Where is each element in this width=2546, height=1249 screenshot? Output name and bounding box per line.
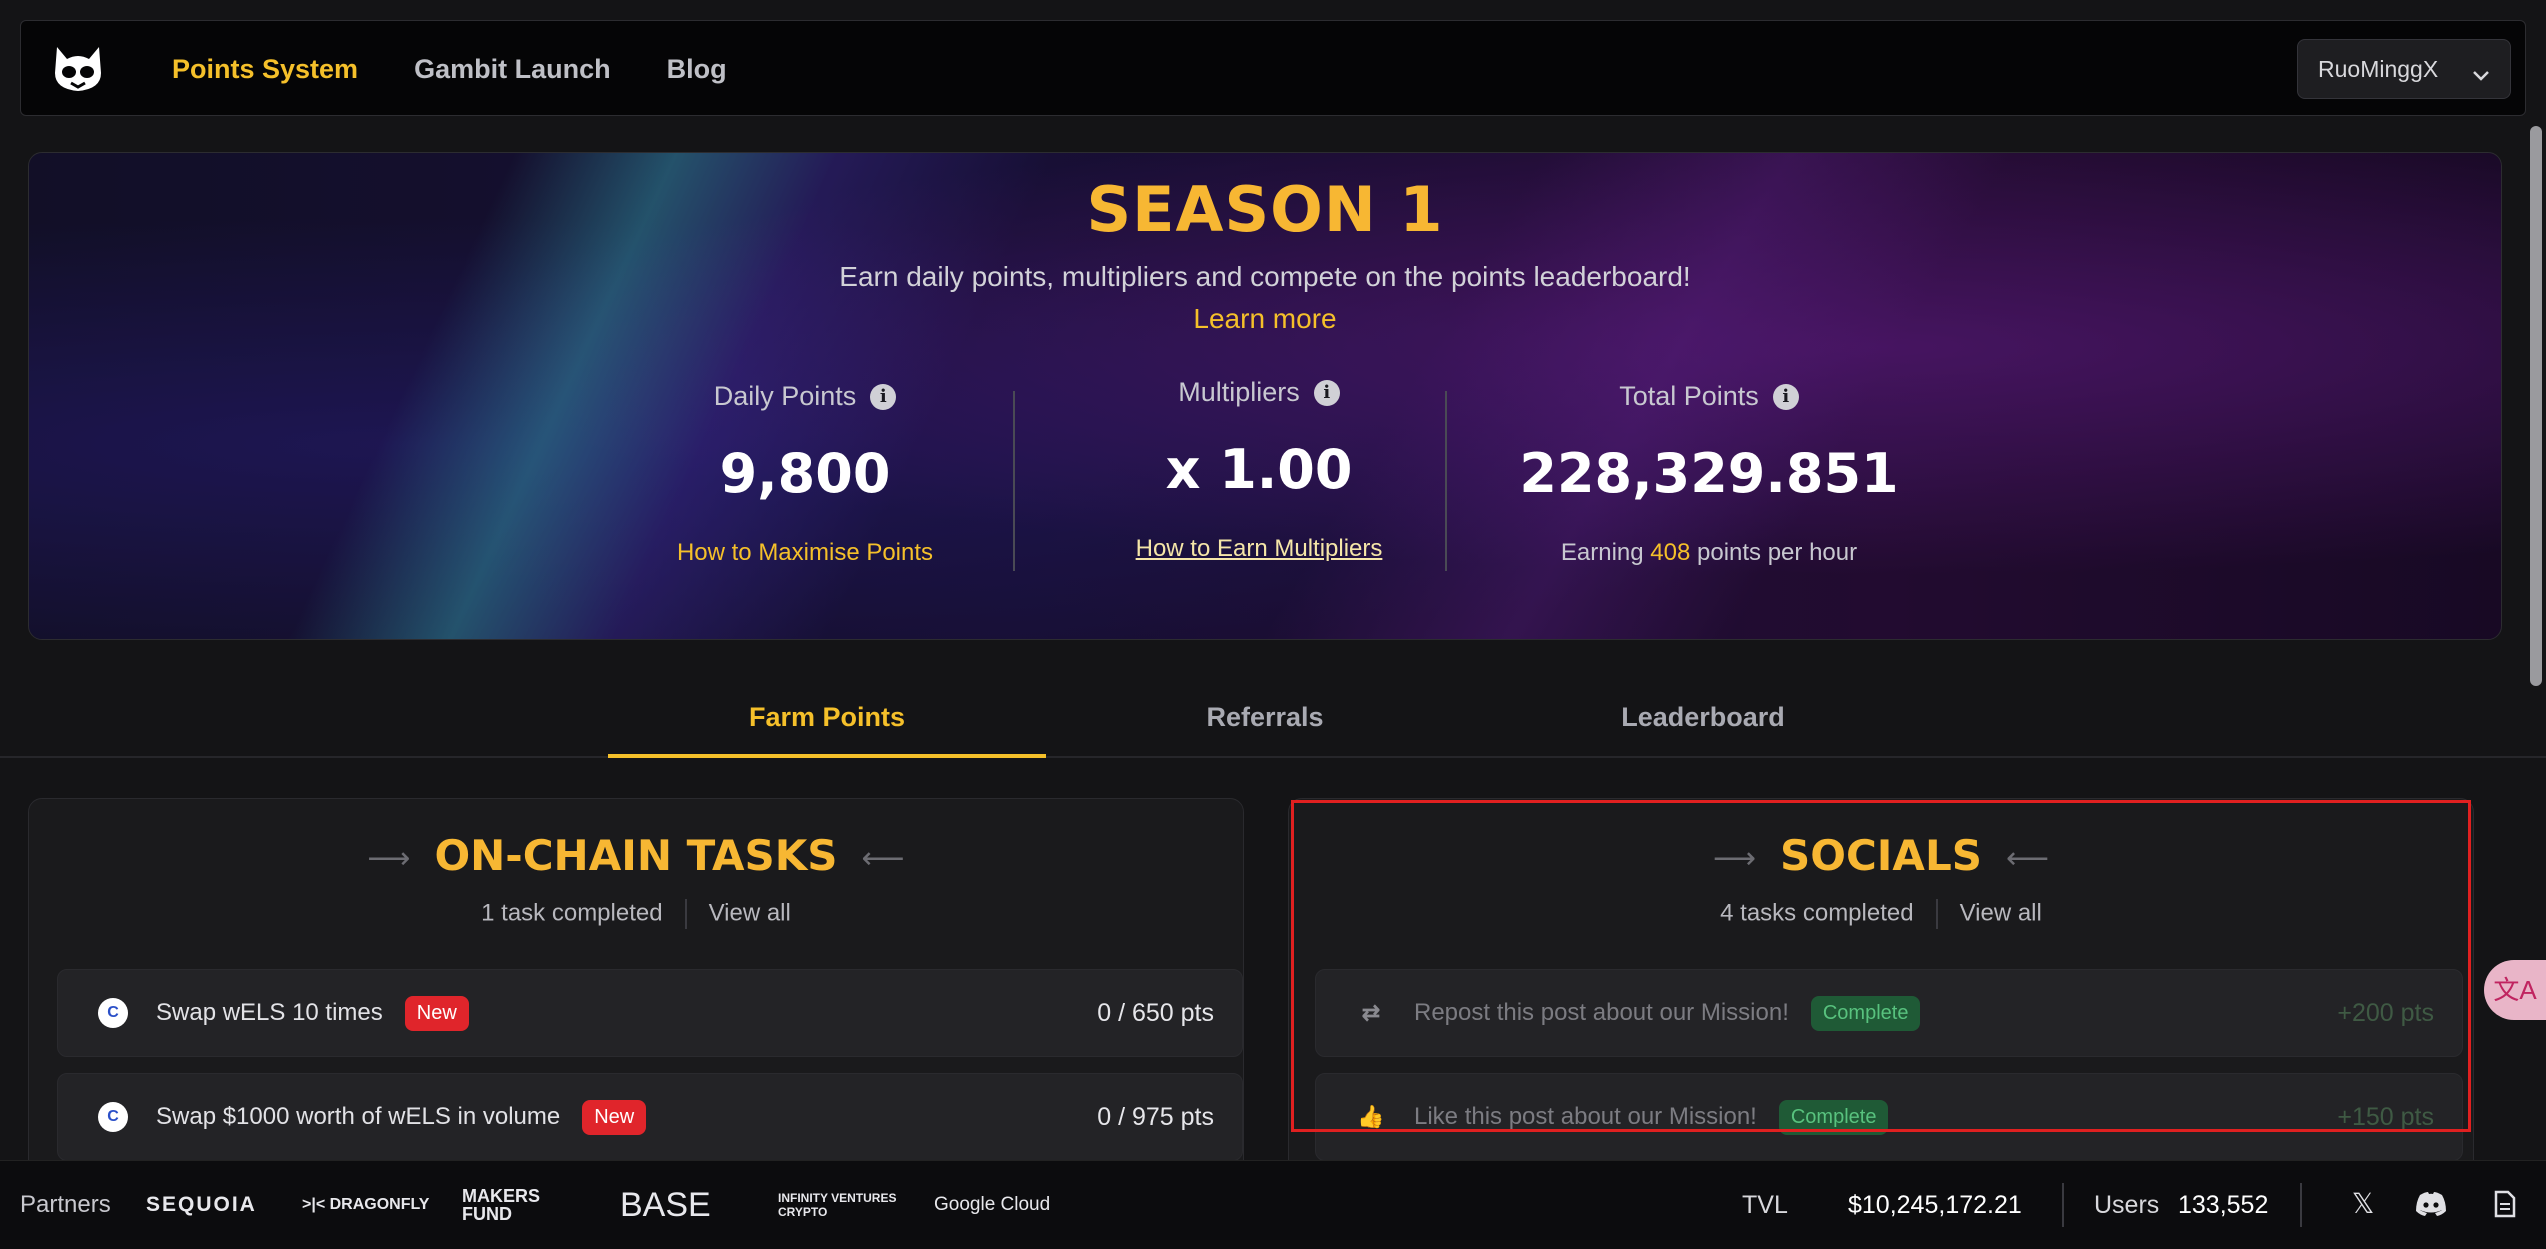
new-badge: New [582,1099,647,1135]
page-scrollbar[interactable] [2530,126,2542,686]
total-points-value: 228,329.851 [1519,442,1899,505]
users-value: 133,552 [2178,1190,2269,1219]
season-title: SEASON 1 [1086,173,1444,246]
partner-logo-infinity-ventures: INFINITY VENTURES CRYPTO [778,1191,897,1219]
season-hero-banner: SEASON 1 Earn daily points, multipliers … [28,152,2502,640]
token-icon: C [98,998,128,1028]
users-label: Users [2094,1190,2160,1219]
earning-prefix: Earning [1560,539,1644,566]
points-tabs: Farm Points Referrals Leaderboard [0,690,2546,758]
username: RuoMinggX [2318,55,2439,82]
top-navbar: Points System Gambit Launch Blog RuoMing… [20,20,2526,116]
info-icon[interactable]: i [870,383,897,410]
footer-bar: Partners SEQUOIA >|< DRAGONFLY MAKERS FU… [0,1160,2546,1249]
hero-subtitle: Earn daily points, multipliers and compe… [839,261,1691,292]
partner-logo-google-cloud: Google Cloud [934,1194,1051,1215]
info-icon[interactable]: i [1772,383,1799,410]
maximise-points-link[interactable]: How to Maximise Points [595,539,1015,567]
partner-logo-makers-fund: MAKERS FUND [462,1186,541,1224]
nav-gambit-launch[interactable]: Gambit Launch [414,54,611,85]
multipliers-label: Multipliers [1178,377,1300,407]
daily-points-stat: Daily Points i 9,800 How to Maximise Poin… [595,381,1015,567]
learn-more-link[interactable]: Learn more [29,303,2501,335]
task-row[interactable]: C Swap $1000 worth of wELS in volume New… [57,1073,1243,1161]
highlight-box [1291,800,2471,1132]
tab-referrals[interactable]: Referrals [1046,690,1484,758]
total-points-label: Total Points [1619,381,1759,411]
partner-logo-dragonfly: >|< DRAGONFLY [302,1196,430,1213]
new-badge: New [404,995,469,1031]
discord-icon[interactable] [2414,1187,2448,1221]
info-icon[interactable]: i [1313,379,1340,406]
earning-suffix: points per hour [1697,539,1858,566]
tab-farm-points[interactable]: Farm Points [608,690,1046,758]
divider [2062,1183,2064,1227]
token-icon: C [98,1102,128,1132]
daily-points-value: 9,800 [719,442,891,505]
stat-divider [1013,391,1015,571]
onchain-title-text: ON-CHAIN TASKS [434,831,838,880]
divider [684,899,687,929]
user-menu-button[interactable]: RuoMinggX [2297,39,2511,99]
daily-points-label: Daily Points [713,381,857,411]
task-points: 0 / 975 pts [1097,1102,1214,1131]
logo-icon[interactable] [51,43,105,95]
onchain-meta: 1 task completed View all [29,899,1243,929]
tvl-label: TVL [1742,1190,1788,1219]
arrow-left-icon: ⟵ [861,841,905,876]
task-name: Swap $1000 worth of wELS in volume [156,1103,561,1130]
task-name: Swap wELS 10 times [156,999,383,1026]
onchain-tasks-panel: ⟶ ON-CHAIN TASKS ⟵ 1 task completed View al… [28,798,1244,1198]
partner-logo-base: BASE [620,1185,711,1224]
multipliers-stat: Multipliers i x 1.00 How to Earn Multipli… [1049,377,1469,563]
chevron-down-icon [2472,62,2490,89]
tvl-value: $10,245,172.21 [1848,1190,2022,1219]
earn-multipliers-link[interactable]: How to Earn Multipliers [1049,535,1469,563]
onchain-view-all[interactable]: View all [709,899,791,926]
multipliers-value: x 1.00 [1165,438,1353,501]
onchain-completed-count: 1 task completed [481,899,663,927]
task-points: 0 / 650 pts [1097,998,1214,1027]
nav-blog[interactable]: Blog [667,54,727,85]
earning-value: 408 [1650,539,1691,566]
stat-divider [1445,391,1447,571]
x-twitter-icon[interactable]: 𝕏 [2346,1187,2380,1221]
onchain-title: ⟶ ON-CHAIN TASKS ⟵ [29,831,1243,880]
divider [2300,1183,2302,1227]
partner-logo-sequoia: SEQUOIA [146,1193,257,1216]
arrow-right-icon: ⟶ [367,841,411,876]
main-nav: Points System Gambit Launch Blog [172,21,783,117]
task-row[interactable]: C Swap wELS 10 times New 0 / 650 pts [57,969,1243,1057]
nav-points-system[interactable]: Points System [172,54,358,85]
partners-label: Partners [20,1191,111,1218]
earning-rate: Earning 408 points per hour [1499,539,1919,567]
tab-leaderboard[interactable]: Leaderboard [1484,690,1922,758]
translate-icon[interactable]: 文A [2484,960,2546,1020]
document-icon[interactable] [2488,1187,2522,1221]
total-points-stat: Total Points i 228,329.851 Earning 408 po… [1499,381,1919,567]
